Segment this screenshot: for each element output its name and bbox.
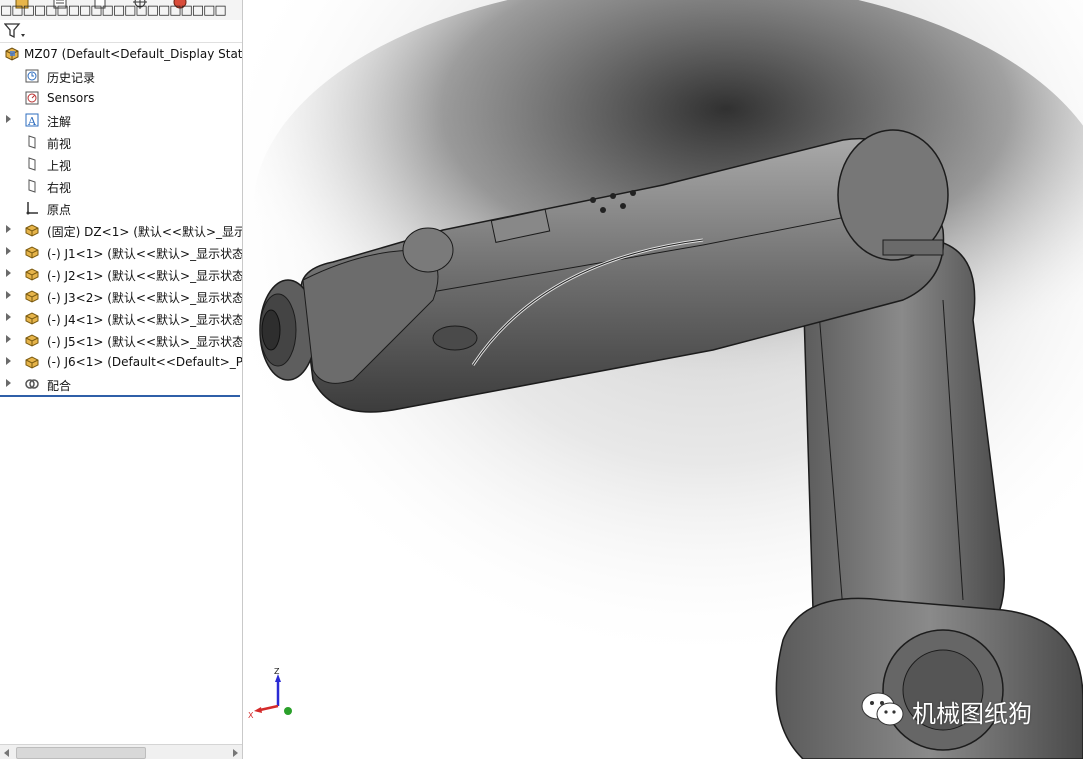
tree-item[interactable]: 右视 bbox=[0, 176, 242, 196]
tree-root-label: MZ07 (Default<Default_Display State bbox=[24, 47, 243, 61]
coordinate-triad: Z X bbox=[248, 668, 292, 720]
tree-item-label: 前视 bbox=[47, 137, 72, 151]
watermark-text: 机械图纸狗 bbox=[912, 700, 1032, 728]
history-icon bbox=[25, 69, 39, 83]
part-icon bbox=[25, 290, 39, 303]
tree-item[interactable]: (-) J2<1> (默认<<默认>_显示状态 bbox=[0, 264, 242, 284]
tree-item[interactable]: (-) J5<1> (默认<<默认>_显示状态 bbox=[0, 330, 242, 350]
panel-toolbar: □□□□□□□□□□□□□□□□□□□□ bbox=[0, 0, 242, 20]
tree-item[interactable]: (-) J4<1> (默认<<默认>_显示状态 bbox=[0, 308, 242, 328]
part-icon bbox=[25, 356, 39, 369]
robot-arm-model bbox=[243, 0, 1083, 759]
tree-item-label: 上视 bbox=[47, 159, 72, 173]
tree-item-label: (-) J5<1> (默认<<默认>_显示状态 bbox=[47, 335, 243, 349]
wechat-logo bbox=[861, 692, 904, 726]
tree-item[interactable]: 原点 bbox=[0, 198, 242, 218]
tree-item[interactable]: Sensors bbox=[0, 88, 242, 108]
garbled-caption: □□□□□□□□□□□□□□□□□□□□ bbox=[0, 3, 227, 18]
horizontal-scrollbar[interactable] bbox=[0, 744, 242, 759]
expand-arrow-icon[interactable] bbox=[6, 379, 11, 387]
tree-item[interactable]: 历史记录 bbox=[0, 66, 242, 86]
part-icon bbox=[25, 268, 39, 281]
feature-manager-panel: □□□□□□□□□□□□□□□□□□□□ MZ07 (Default<Defau… bbox=[0, 0, 243, 759]
assembly-icon bbox=[5, 47, 19, 61]
part-icon bbox=[25, 312, 39, 325]
expand-arrow-icon[interactable] bbox=[6, 269, 11, 277]
expand-arrow-icon[interactable] bbox=[6, 115, 11, 123]
tree-item-label: 配合 bbox=[47, 379, 72, 393]
tree-item[interactable]: (固定) DZ<1> (默认<<默认>_显示 bbox=[0, 220, 242, 240]
filter-icon[interactable] bbox=[4, 22, 26, 40]
tree-item[interactable]: 上视 bbox=[0, 154, 242, 174]
expand-arrow-icon[interactable] bbox=[6, 247, 11, 255]
scroll-left-icon[interactable] bbox=[4, 749, 9, 757]
tree-item-label: (-) J3<2> (默认<<默认>_显示状态 bbox=[47, 291, 243, 305]
tree-item[interactable]: 配合 bbox=[0, 374, 242, 394]
tree-item-label: 注解 bbox=[47, 115, 72, 129]
expand-arrow-icon[interactable] bbox=[6, 335, 11, 343]
tree-item-label: (固定) DZ<1> (默认<<默认>_显示 bbox=[47, 225, 243, 239]
tree-item-label: (-) J2<1> (默认<<默认>_显示状态 bbox=[47, 269, 243, 283]
triad-z-label: Z bbox=[274, 668, 280, 676]
tree-item-label: (-) J4<1> (默认<<默认>_显示状态 bbox=[47, 313, 243, 327]
tree-item-label: 历史记录 bbox=[47, 71, 96, 85]
sensors-icon bbox=[25, 91, 39, 105]
part-icon bbox=[25, 334, 39, 347]
tree-item-label: (-) J1<1> (默认<<默认>_显示状态 bbox=[47, 247, 243, 261]
part-icon bbox=[25, 224, 39, 237]
tree-item-label: 原点 bbox=[47, 203, 72, 217]
rollback-bar[interactable] bbox=[0, 395, 240, 397]
expand-arrow-icon[interactable] bbox=[6, 357, 11, 365]
plane-icon bbox=[28, 135, 36, 149]
tree-root[interactable]: MZ07 (Default<Default_Display State bbox=[0, 44, 242, 64]
scroll-thumb[interactable] bbox=[16, 747, 146, 759]
origin-icon bbox=[26, 202, 38, 215]
part-icon bbox=[25, 246, 39, 259]
expand-arrow-icon[interactable] bbox=[6, 225, 11, 233]
filter-bar bbox=[0, 20, 242, 43]
scroll-right-icon[interactable] bbox=[233, 749, 238, 757]
mates-icon bbox=[25, 379, 39, 389]
tree-item[interactable]: (-) J1<1> (默认<<默认>_显示状态 bbox=[0, 242, 242, 262]
expand-arrow-icon[interactable] bbox=[6, 313, 11, 321]
triad-x-label: X bbox=[248, 711, 254, 720]
expand-arrow-icon[interactable] bbox=[6, 291, 11, 299]
tree-item[interactable]: (-) J6<1> (Default<<Default>_Pho bbox=[0, 352, 242, 372]
graphics-area[interactable]: Z X 机械图纸狗 bbox=[243, 0, 1083, 759]
svg-text:A: A bbox=[27, 115, 37, 128]
tree-item-label: Sensors bbox=[47, 91, 95, 105]
tree-item[interactable]: 前视 bbox=[0, 132, 242, 152]
plane-icon bbox=[28, 157, 36, 171]
tree-item[interactable]: A 注解 bbox=[0, 110, 242, 130]
tree-item[interactable]: (-) J3<2> (默认<<默认>_显示状态 bbox=[0, 286, 242, 306]
tree-item-label: 右视 bbox=[47, 181, 72, 195]
tree-item-label: (-) J6<1> (Default<<Default>_Pho bbox=[47, 355, 243, 369]
plane-icon bbox=[28, 179, 36, 193]
annotations-icon: A bbox=[25, 113, 39, 128]
